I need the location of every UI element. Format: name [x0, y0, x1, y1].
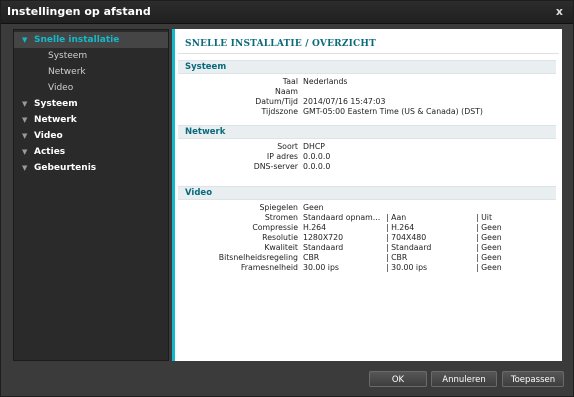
stream2-value: | 704X480: [386, 233, 427, 242]
stream1-value: CBR: [303, 253, 320, 262]
row-label: Kwaliteit: [264, 243, 298, 252]
stream-row: Resolutie 1280X720 | 704X480 | Geen: [178, 233, 556, 243]
row-label: IP adres: [266, 152, 298, 161]
sidebar-item-label: Netwerk: [34, 115, 77, 125]
info-row: Datum/Tijd 2014/07/16 15:47:03: [178, 97, 556, 107]
stream2-value: | 30.00 ips: [386, 263, 428, 272]
sidebar-item-label: Video: [34, 131, 63, 141]
sidebar-subitem-video[interactable]: Video: [14, 80, 168, 96]
info-row: Spiegelen Geen: [178, 203, 556, 213]
stream3-value: | Geen: [476, 253, 502, 262]
stream3-value: | Geen: [476, 233, 502, 242]
section-title: Video: [178, 186, 556, 200]
section-title: Systeem: [178, 60, 556, 74]
triangle-down-icon: ▼: [22, 36, 28, 44]
triangle-down-icon: ▼: [22, 148, 28, 156]
section-systeem: Systeem Taal Nederlands Naam Datum/Tijd 20…: [178, 60, 556, 117]
row-label: Compressie: [252, 223, 298, 232]
stream-row: Kwaliteit Standaard | Standaard | Geen: [178, 243, 556, 253]
info-row: Taal Nederlands: [178, 77, 556, 87]
info-row: Naam: [178, 87, 556, 97]
info-row: Soort DHCP: [178, 142, 556, 152]
row-value: DHCP: [303, 142, 326, 151]
settings-sidebar: ▼ Snelle installatie Systeem Netwerk Vid…: [13, 29, 169, 361]
section-title: Netwerk: [178, 125, 556, 139]
row-label: Stromen: [264, 213, 298, 222]
stream2-value: | Standaard: [386, 243, 432, 252]
sidebar-item-systeem[interactable]: ▼ Systeem: [14, 96, 168, 112]
page-title: SNELLE INSTALLATIE / OVERZICHT: [185, 39, 376, 49]
section-video: Video Spiegelen Geen Stromen Standaard opn…: [178, 186, 556, 273]
sidebar-item-label: Systeem: [34, 99, 78, 109]
row-label: Tijdszone: [261, 107, 298, 116]
overview-panel: SNELLE INSTALLATIE / OVERZICHT Systeem T…: [172, 29, 562, 361]
row-label: Framesnelheid: [240, 263, 298, 272]
sidebar-subitem-netwerk[interactable]: Netwerk: [14, 64, 168, 80]
sidebar-subitem-systeem[interactable]: Systeem: [14, 48, 168, 64]
triangle-down-icon: ▼: [22, 100, 28, 108]
row-label: DNS-server: [253, 162, 298, 171]
stream3-value: | Geen: [476, 263, 502, 272]
sidebar-item-video[interactable]: ▼ Video: [14, 128, 168, 144]
triangle-down-icon: ▼: [22, 164, 28, 172]
cancel-button[interactable]: Annuleren: [431, 371, 497, 387]
stream-row: Stromen Standaard opnam... | Aan | Uit: [178, 213, 556, 223]
stream1-value: Standaard: [303, 243, 344, 252]
info-row: Tijdszone GMT-05:00 Eastern Time (US & Ca…: [178, 107, 556, 117]
stream2-value: | H.264: [386, 223, 415, 232]
stream1-value: 1280X720: [303, 233, 344, 242]
triangle-down-icon: ▼: [22, 132, 28, 140]
sidebar-item-gebeurtenis[interactable]: ▼ Gebeurtenis: [14, 160, 168, 176]
stream3-value: | Geen: [476, 243, 502, 252]
sidebar-item-netwerk[interactable]: ▼ Netwerk: [14, 112, 168, 128]
stream3-value: | Geen: [476, 223, 502, 232]
sidebar-item-label: Snelle installatie: [34, 35, 120, 45]
stream-row: Compressie H.264 | H.264 | Geen: [178, 223, 556, 233]
row-label: Taal: [282, 77, 298, 86]
row-label: Bitsnelheidsregeling: [218, 253, 298, 262]
stream3-value: | Uit: [476, 213, 493, 222]
row-value: GMT-05:00 Eastern Time (US & Canada) (DS…: [303, 107, 483, 116]
stream1-value: 30.00 ips: [303, 263, 339, 272]
sidebar-item-label: Acties: [34, 147, 66, 157]
row-label: Soort: [277, 142, 298, 151]
row-value: 0.0.0.0: [303, 152, 331, 161]
stream-row: Bitsnelheidsregeling CBR | CBR | Geen: [178, 253, 556, 263]
row-value: 0.0.0.0: [303, 162, 331, 171]
stream2-value: | Aan: [386, 213, 407, 222]
window-title: Instellingen op afstand: [7, 5, 151, 18]
sidebar-item-acties[interactable]: ▼ Acties: [14, 144, 168, 160]
divider: [178, 53, 559, 54]
row-value: 2014/07/16 15:47:03: [303, 97, 386, 106]
remote-settings-window: Instellingen op afstand x ▼ Snelle insta…: [0, 0, 574, 397]
stream-row: Framesnelheid 30.00 ips | 30.00 ips | Geen: [178, 263, 556, 273]
triangle-down-icon: ▼: [22, 116, 28, 124]
row-value: Geen: [303, 203, 324, 212]
row-label: Datum/Tijd: [255, 97, 298, 106]
title-bar: Instellingen op afstand x: [1, 1, 573, 24]
row-label: Spiegelen: [259, 203, 298, 212]
close-icon[interactable]: x: [556, 5, 563, 18]
info-row: IP adres 0.0.0.0: [178, 152, 556, 162]
stream1-value: H.264: [303, 223, 327, 232]
stream1-value: Standaard opnam...: [303, 213, 381, 222]
row-label: Resolutie: [262, 233, 298, 242]
row-value: Nederlands: [303, 77, 348, 86]
sidebar-item-label: Gebeurtenis: [34, 163, 97, 173]
row-label: Naam: [275, 87, 298, 96]
section-netwerk: Netwerk Soort DHCP IP adres 0.0.0.0 DNS-se…: [178, 125, 556, 172]
info-row: DNS-server 0.0.0.0: [178, 162, 556, 172]
stream2-value: | CBR: [386, 253, 408, 262]
sidebar-item-snelle-installatie[interactable]: ▼ Snelle installatie: [14, 32, 168, 48]
apply-button[interactable]: Toepassen: [502, 371, 564, 387]
ok-button[interactable]: OK: [369, 371, 427, 387]
